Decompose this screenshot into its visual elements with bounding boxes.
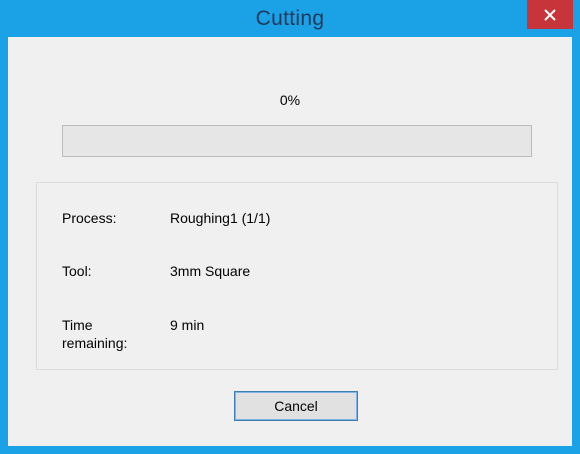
- process-label: Process:: [62, 210, 117, 226]
- close-button[interactable]: [527, 0, 573, 29]
- time-remaining-label: Time remaining:: [62, 317, 128, 351]
- progress-percent: 0%: [279, 92, 301, 108]
- cancel-button[interactable]: Cancel: [234, 391, 358, 421]
- info-group: Process: Roughing1 (1/1) Tool: 3mm Squar…: [36, 182, 558, 370]
- progress-bar: [62, 125, 532, 157]
- time-remaining-value: 9 min: [170, 317, 205, 333]
- tool-value: 3mm Square: [170, 263, 251, 279]
- dialog-body: 0% Process: Roughing1 (1/1) Tool: 3mm Sq…: [8, 37, 572, 446]
- tool-label: Tool:: [62, 263, 92, 279]
- window-title: Cutting: [255, 7, 325, 30]
- dialog-window: Cutting 0% Process: Roughing1 (1/1) Tool…: [0, 0, 580, 454]
- close-icon: [544, 9, 556, 21]
- title-bar[interactable]: Cutting: [0, 0, 580, 37]
- process-value: Roughing1 (1/1): [170, 210, 271, 226]
